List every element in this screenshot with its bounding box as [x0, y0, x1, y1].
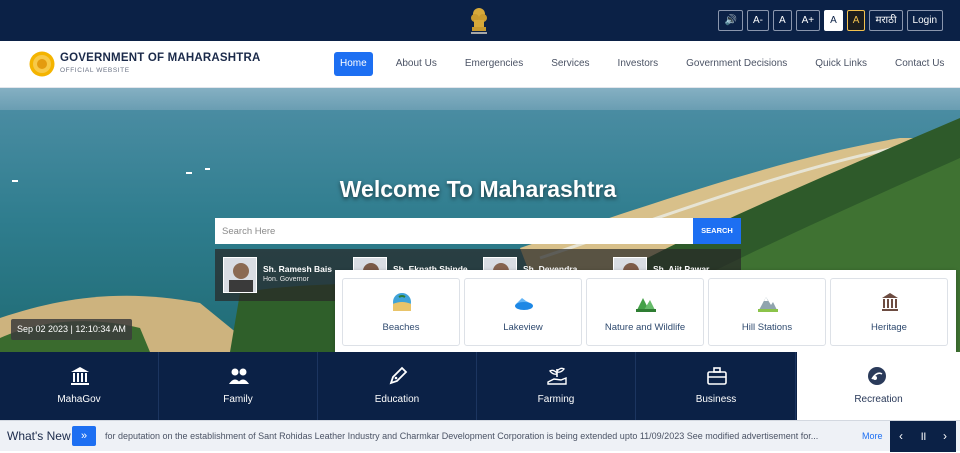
recreation-card-beaches[interactable]: Beaches: [342, 278, 460, 346]
category-recreation[interactable]: Recreation: [797, 352, 960, 420]
recreation-label: Nature and Wildlife: [604, 322, 686, 333]
nav-services[interactable]: Services: [545, 52, 595, 76]
nav-investors[interactable]: Investors: [612, 52, 665, 76]
accessibility-toolbar: 🔊 A- A A+ A A मराठी Login: [718, 10, 943, 31]
government-building-icon: [71, 367, 89, 385]
category-mahagov[interactable]: MahaGov: [0, 352, 159, 420]
recreation-label: Hill Stations: [741, 322, 793, 333]
state-emblem-icon: [471, 8, 487, 34]
category-label: Family: [223, 394, 253, 405]
recreation-card-lakeview[interactable]: Lakeview: [464, 278, 582, 346]
main-nav: Home About Us Emergencies Services Inves…: [334, 52, 960, 76]
chevron-right-icon[interactable]: ›: [934, 421, 956, 452]
category-label: Recreation: [854, 394, 903, 405]
whats-new-label: What's New: [7, 429, 71, 443]
leader-role: Hon. Governor: [263, 276, 309, 283]
lake-icon: [515, 298, 533, 310]
category-label: Farming: [537, 394, 575, 405]
pen-icon: [389, 366, 408, 385]
top-utility-bar: 🔊 A- A A+ A A मराठी Login: [0, 0, 960, 41]
nav-government-decisions[interactable]: Government Decisions: [680, 52, 793, 76]
briefcase-icon: [707, 367, 727, 385]
category-education[interactable]: Education: [318, 352, 477, 420]
whats-new-more-link[interactable]: More: [862, 431, 883, 441]
light-theme-button[interactable]: A: [824, 10, 843, 31]
font-normal-button[interactable]: A: [772, 10, 792, 31]
login-button[interactable]: Login: [906, 10, 943, 31]
recreation-card-hill-stations[interactable]: Hill Stations: [708, 278, 826, 346]
leader-card[interactable]: Sh. Ramesh Bais Hon. Governor: [215, 249, 345, 301]
category-label: Business: [695, 394, 737, 405]
nav-home[interactable]: Home: [334, 52, 373, 76]
recreation-icon: [868, 367, 886, 385]
site-header: GOVERNMENT OF MAHARASHTRA OFFICIAL WEBSI…: [0, 41, 960, 88]
speaker-button[interactable]: 🔊: [718, 10, 743, 31]
category-strip: MahaGov Family Education Farming Busines…: [0, 352, 960, 420]
recreation-label: Beaches: [382, 322, 420, 333]
category-label: Education: [374, 394, 420, 405]
search-input[interactable]: [215, 218, 693, 244]
site-title[interactable]: GOVERNMENT OF MAHARASHTRA: [60, 52, 261, 64]
site-subtitle: OFFICIAL WEBSITE: [60, 67, 130, 74]
pause-icon[interactable]: ॥: [912, 421, 934, 452]
monument-icon: [882, 293, 898, 311]
recreation-label: Heritage: [871, 322, 907, 333]
category-business[interactable]: Business: [637, 352, 796, 420]
whats-new-text[interactable]: for deputation on the establishment of S…: [105, 431, 857, 441]
nav-emergencies[interactable]: Emergencies: [459, 52, 529, 76]
recreation-panel: Beaches Lakeview Nature and Wildlife Hil…: [335, 270, 956, 355]
whats-new-ticker: What's New » for deputation on the estab…: [0, 420, 960, 452]
nav-quick-links[interactable]: Quick Links: [809, 52, 873, 76]
language-button[interactable]: मराठी: [869, 10, 903, 31]
mountain-icon: [758, 297, 778, 312]
recreation-card-nature[interactable]: Nature and Wildlife: [586, 278, 704, 346]
chevron-left-icon[interactable]: ‹: [890, 421, 912, 452]
leader-photo: [223, 257, 257, 293]
nav-contact-us[interactable]: Contact Us: [889, 52, 950, 76]
double-chevron-right-icon[interactable]: »: [72, 426, 96, 446]
recreation-card-heritage[interactable]: Heritage: [830, 278, 948, 346]
nature-icon: [636, 298, 656, 312]
category-family[interactable]: Family: [159, 352, 318, 420]
font-increase-button[interactable]: A+: [795, 10, 821, 31]
dark-theme-button[interactable]: A: [846, 10, 866, 31]
nav-about-us[interactable]: About Us: [390, 52, 443, 76]
font-decrease-button[interactable]: A-: [746, 10, 769, 31]
search-button[interactable]: SEARCH: [693, 218, 741, 244]
date-time-display: Sep 02 2023 | 12:10:34 AM: [11, 319, 132, 340]
search-bar: SEARCH: [215, 218, 741, 244]
plant-hand-icon: [547, 367, 567, 385]
beach-icon: [393, 293, 411, 311]
recreation-label: Lakeview: [503, 322, 543, 333]
maharashtra-seal-icon[interactable]: [29, 51, 55, 77]
category-label: MahaGov: [57, 394, 101, 405]
family-icon: [229, 368, 249, 384]
hero-title: Welcome To Maharashtra: [339, 176, 617, 202]
category-farming[interactable]: Farming: [477, 352, 636, 420]
leader-name: Sh. Ramesh Bais: [263, 264, 332, 274]
